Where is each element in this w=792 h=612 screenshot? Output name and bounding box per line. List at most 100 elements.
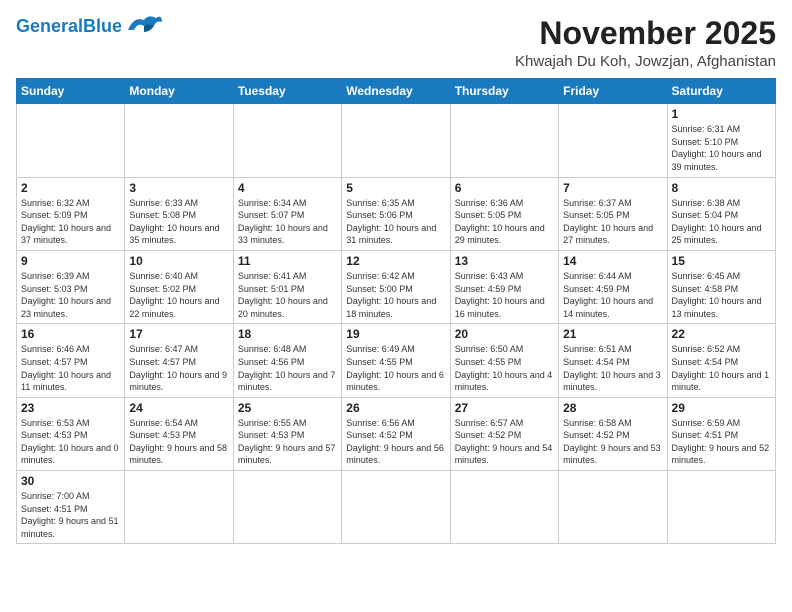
day-number: 2 [21,181,120,195]
cell-info: Sunrise: 7:00 AM Sunset: 4:51 PM Dayligh… [21,490,120,540]
calendar-cell: 14 Sunrise: 6:44 AM Sunset: 4:59 PM Dayli… [559,250,667,323]
calendar-cell [342,471,450,544]
logo-bird-icon [126,12,164,38]
day-number: 15 [672,254,771,268]
calendar-cell: 12 Sunrise: 6:42 AM Sunset: 5:00 PM Dayli… [342,250,450,323]
day-header-thursday: Thursday [450,79,558,104]
cell-info: Sunrise: 6:49 AM Sunset: 4:55 PM Dayligh… [346,343,445,393]
cell-info: Sunrise: 6:34 AM Sunset: 5:07 PM Dayligh… [238,197,337,247]
title-area: November 2025 Khwajah Du Koh, Jowzjan, A… [515,16,776,70]
cell-info: Sunrise: 6:44 AM Sunset: 4:59 PM Dayligh… [563,270,662,320]
cell-info: Sunrise: 6:58 AM Sunset: 4:52 PM Dayligh… [563,417,662,467]
calendar-cell [559,104,667,177]
calendar-cell [342,104,450,177]
cell-info: Sunrise: 6:32 AM Sunset: 5:09 PM Dayligh… [21,197,120,247]
calendar-cell [17,104,125,177]
day-number: 14 [563,254,662,268]
day-number: 5 [346,181,445,195]
cell-info: Sunrise: 6:53 AM Sunset: 4:53 PM Dayligh… [21,417,120,467]
calendar-table: SundayMondayTuesdayWednesdayThursdayFrid… [16,78,776,544]
day-number: 17 [129,327,228,341]
day-number: 12 [346,254,445,268]
calendar-cell [233,104,341,177]
calendar-cell: 22Sunrise: 6:52 AM Sunset: 4:54 PM Dayli… [667,324,775,397]
cell-info: Sunrise: 6:36 AM Sunset: 5:05 PM Dayligh… [455,197,554,247]
calendar-cell [125,104,233,177]
cell-info: Sunrise: 6:54 AM Sunset: 4:53 PM Dayligh… [129,417,228,467]
cell-info: Sunrise: 6:48 AM Sunset: 4:56 PM Dayligh… [238,343,337,393]
day-number: 3 [129,181,228,195]
day-number: 29 [672,401,771,415]
calendar-cell [450,104,558,177]
day-header-tuesday: Tuesday [233,79,341,104]
day-number: 1 [672,107,771,121]
day-header-saturday: Saturday [667,79,775,104]
day-number: 27 [455,401,554,415]
day-number: 9 [21,254,120,268]
calendar-cell: 4Sunrise: 6:34 AM Sunset: 5:07 PM Daylig… [233,177,341,250]
calendar-cell [559,471,667,544]
cell-info: Sunrise: 6:31 AM Sunset: 5:10 PM Dayligh… [672,123,771,173]
day-number: 6 [455,181,554,195]
calendar-cell: 20 Sunrise: 6:50 AM Sunset: 4:55 PM Dayli… [450,324,558,397]
calendar-week-row: 2 Sunrise: 6:32 AM Sunset: 5:09 PM Daylig… [17,177,776,250]
calendar-cell: 23Sunrise: 6:53 AM Sunset: 4:53 PM Dayli… [17,397,125,470]
logo-text: GeneralBlue [16,17,122,37]
cell-info: Sunrise: 6:50 AM Sunset: 4:55 PM Dayligh… [455,343,554,393]
calendar-cell: 10Sunrise: 6:40 AM Sunset: 5:02 PM Dayli… [125,250,233,323]
calendar-cell: 17 Sunrise: 6:47 AM Sunset: 4:57 PM Dayli… [125,324,233,397]
calendar-cell: 26 Sunrise: 6:56 AM Sunset: 4:52 PM Dayli… [342,397,450,470]
day-number: 7 [563,181,662,195]
day-header-sunday: Sunday [17,79,125,104]
day-number: 11 [238,254,337,268]
logo-blue: Blue [83,16,122,36]
cell-info: Sunrise: 6:47 AM Sunset: 4:57 PM Dayligh… [129,343,228,393]
day-number: 20 [455,327,554,341]
cell-info: Sunrise: 6:42 AM Sunset: 5:00 PM Dayligh… [346,270,445,320]
cell-info: Sunrise: 6:59 AM Sunset: 4:51 PM Dayligh… [672,417,771,467]
calendar-cell: 16Sunrise: 6:46 AM Sunset: 4:57 PM Dayli… [17,324,125,397]
cell-info: Sunrise: 6:52 AM Sunset: 4:54 PM Dayligh… [672,343,771,393]
cell-info: Sunrise: 6:39 AM Sunset: 5:03 PM Dayligh… [21,270,120,320]
cell-info: Sunrise: 6:56 AM Sunset: 4:52 PM Dayligh… [346,417,445,467]
day-number: 16 [21,327,120,341]
cell-info: Sunrise: 6:55 AM Sunset: 4:53 PM Dayligh… [238,417,337,467]
calendar-cell: 11 Sunrise: 6:41 AM Sunset: 5:01 PM Dayli… [233,250,341,323]
calendar-cell: 9 Sunrise: 6:39 AM Sunset: 5:03 PM Daylig… [17,250,125,323]
day-header-monday: Monday [125,79,233,104]
calendar-cell: 27 Sunrise: 6:57 AM Sunset: 4:52 PM Dayli… [450,397,558,470]
calendar-cell: 29 Sunrise: 6:59 AM Sunset: 4:51 PM Dayli… [667,397,775,470]
calendar-cell: 3 Sunrise: 6:33 AM Sunset: 5:08 PM Daylig… [125,177,233,250]
calendar-cell: 13Sunrise: 6:43 AM Sunset: 4:59 PM Dayli… [450,250,558,323]
calendar-cell: 5 Sunrise: 6:35 AM Sunset: 5:06 PM Daylig… [342,177,450,250]
cell-info: Sunrise: 6:51 AM Sunset: 4:54 PM Dayligh… [563,343,662,393]
calendar-cell [450,471,558,544]
calendar-cell: 30 Sunrise: 7:00 AM Sunset: 4:51 PM Dayli… [17,471,125,544]
day-number: 8 [672,181,771,195]
calendar-cell: 28Sunrise: 6:58 AM Sunset: 4:52 PM Dayli… [559,397,667,470]
calendar-cell: 25Sunrise: 6:55 AM Sunset: 4:53 PM Dayli… [233,397,341,470]
day-number: 19 [346,327,445,341]
logo: GeneralBlue [16,16,164,38]
day-number: 21 [563,327,662,341]
calendar-cell: 15Sunrise: 6:45 AM Sunset: 4:58 PM Dayli… [667,250,775,323]
cell-info: Sunrise: 6:43 AM Sunset: 4:59 PM Dayligh… [455,270,554,320]
day-number: 26 [346,401,445,415]
day-number: 30 [21,474,120,488]
cell-info: Sunrise: 6:41 AM Sunset: 5:01 PM Dayligh… [238,270,337,320]
cell-info: Sunrise: 6:35 AM Sunset: 5:06 PM Dayligh… [346,197,445,247]
cell-info: Sunrise: 6:37 AM Sunset: 5:05 PM Dayligh… [563,197,662,247]
calendar-header-row: SundayMondayTuesdayWednesdayThursdayFrid… [17,79,776,104]
calendar-cell [125,471,233,544]
day-number: 24 [129,401,228,415]
month-title: November 2025 [515,16,776,51]
calendar-week-row: 23Sunrise: 6:53 AM Sunset: 4:53 PM Dayli… [17,397,776,470]
logo-general: General [16,16,83,36]
cell-info: Sunrise: 6:57 AM Sunset: 4:52 PM Dayligh… [455,417,554,467]
calendar-cell: 8Sunrise: 6:38 AM Sunset: 5:04 PM Daylig… [667,177,775,250]
calendar-cell: 7 Sunrise: 6:37 AM Sunset: 5:05 PM Daylig… [559,177,667,250]
calendar-cell [667,471,775,544]
page-header: GeneralBlue November 2025 Khwajah Du Koh… [16,16,776,70]
calendar-week-row: 16Sunrise: 6:46 AM Sunset: 4:57 PM Dayli… [17,324,776,397]
cell-info: Sunrise: 6:33 AM Sunset: 5:08 PM Dayligh… [129,197,228,247]
